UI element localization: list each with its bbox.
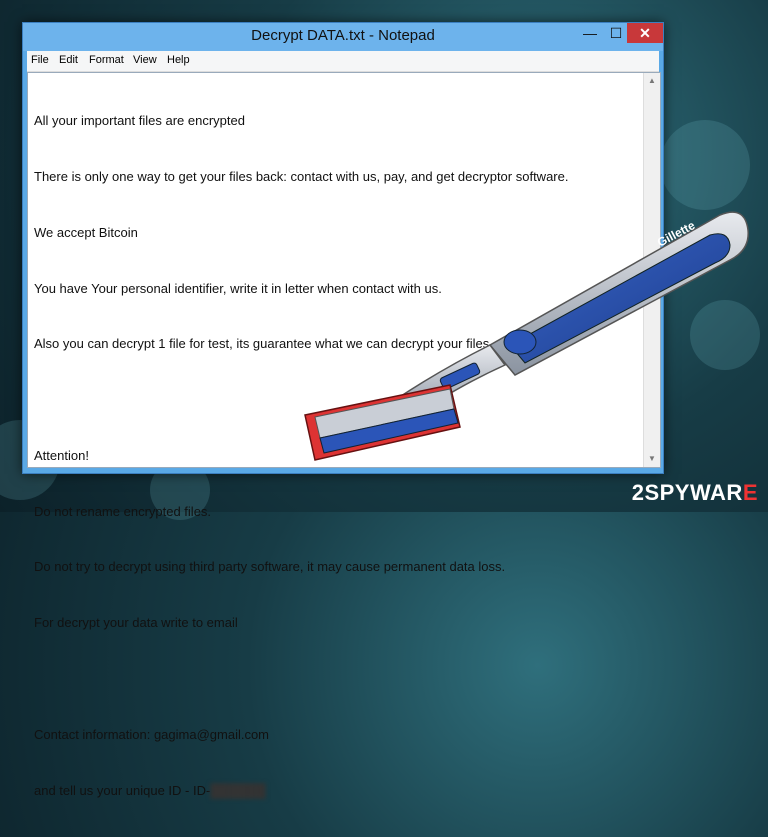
razor-handle: Gillette (488, 211, 749, 376)
text-line: and tell us your unique ID - ID-██████ (34, 782, 640, 801)
menu-bar: File Edit Format View Help (27, 51, 659, 72)
window-title: Decrypt DATA.txt - Notepad (251, 27, 435, 44)
close-button[interactable]: ✕ (627, 23, 663, 43)
menu-help[interactable]: Help (167, 54, 190, 66)
title-bar[interactable]: Decrypt DATA.txt - Notepad — ☐ ✕ (23, 23, 663, 51)
blurred-id: ██████ (210, 782, 266, 798)
text-line: Do not try to decrypt using third party … (34, 559, 506, 575)
id-prefix: and tell us your unique ID - ID- (34, 782, 211, 798)
text-line: All your important files are encrypted (34, 113, 245, 129)
menu-view[interactable]: View (133, 54, 157, 66)
watermark-suffix: E (742, 480, 758, 505)
menu-edit[interactable]: Edit (59, 54, 78, 66)
text-line: For decrypt your data write to email (34, 615, 238, 631)
menu-format[interactable]: Format (89, 54, 124, 66)
watermark-logo: 2SPYWARE (632, 480, 758, 506)
razor-head (304, 384, 461, 461)
scroll-up-icon[interactable]: ▲ (644, 73, 660, 89)
razor-illustration: Gillette (304, 211, 749, 461)
watermark-prefix: 2SPYWAR (631, 480, 743, 505)
text-line: There is only one way to get your files … (34, 168, 569, 184)
menu-file[interactable]: File (31, 54, 49, 66)
text-line: Contact information: gagima@gmail.com (34, 726, 270, 742)
text-line (34, 670, 640, 689)
